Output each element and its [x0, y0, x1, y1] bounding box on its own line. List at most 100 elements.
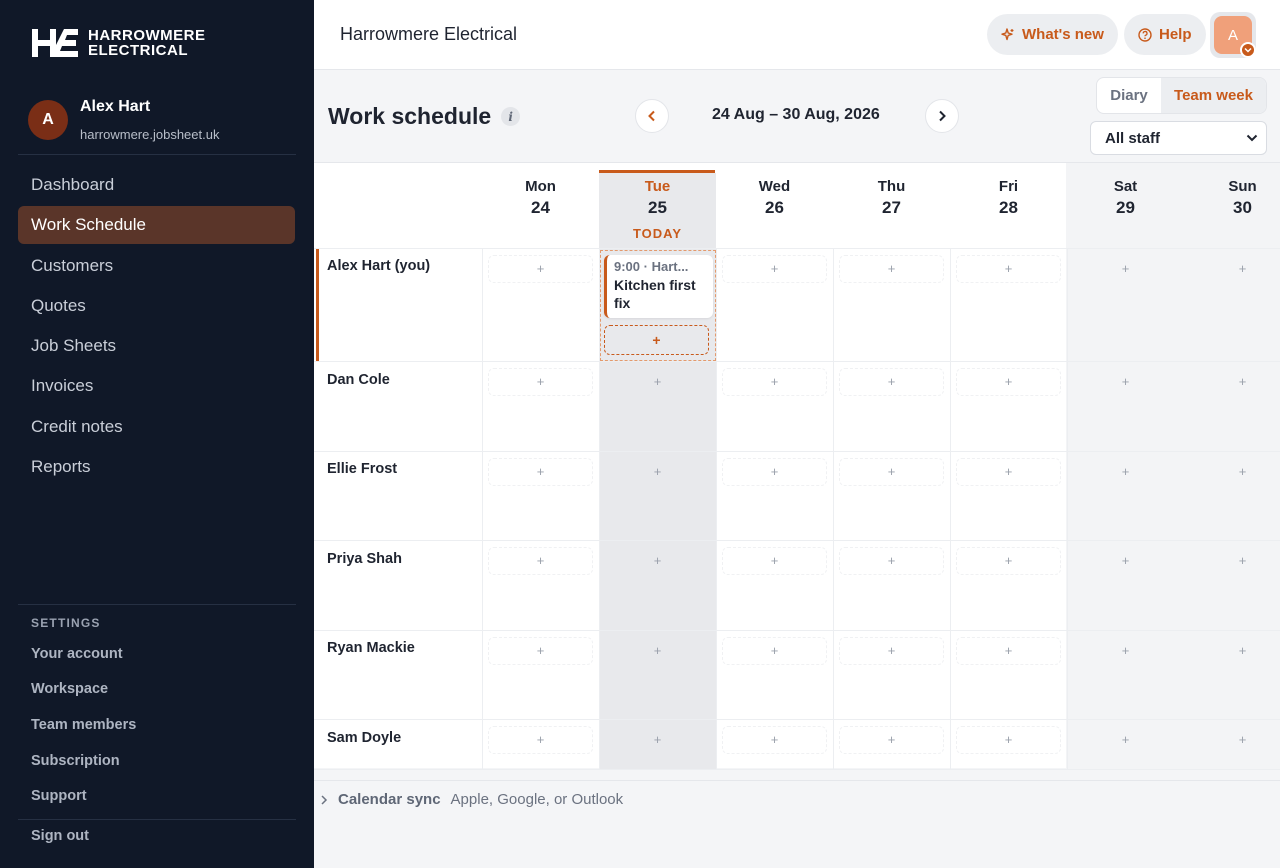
- cell-placeholder: [839, 637, 944, 665]
- cell-placeholder: [839, 726, 944, 754]
- add-cell-button[interactable]: +: [1067, 732, 1184, 747]
- row-divider: [314, 719, 1280, 720]
- cell-placeholder: [839, 547, 944, 575]
- cell-placeholder: [488, 637, 593, 665]
- row-divider: [314, 630, 1280, 631]
- info-icon[interactable]: i: [501, 107, 521, 126]
- chevron-right-icon: [939, 110, 946, 122]
- prev-week-button[interactable]: [635, 99, 669, 133]
- divider: [18, 604, 296, 605]
- job-time: 9:00 · Hart...: [614, 259, 689, 274]
- cell-placeholder: [722, 637, 827, 665]
- add-cell-button[interactable]: +: [1184, 553, 1280, 568]
- brand-logo[interactable]: HARROWMERE ELECTRICAL: [30, 27, 206, 59]
- add-cell-button[interactable]: +: [1067, 643, 1184, 658]
- user-name: Alex Hart: [80, 98, 151, 115]
- cell-placeholder: [722, 726, 827, 754]
- nav-item-job-sheets[interactable]: Job Sheets: [18, 327, 295, 365]
- add-cell-button[interactable]: +: [1067, 261, 1184, 276]
- calendar-sync-providers: Apple, Google, or Outlook: [450, 791, 624, 808]
- staff-filter-select[interactable]: All staff: [1090, 121, 1267, 155]
- add-cell-button[interactable]: +: [1184, 732, 1280, 747]
- chevron-down-icon: [1240, 42, 1256, 58]
- nav-item-credit-notes[interactable]: Credit notes: [18, 408, 295, 446]
- day-name: Sun: [1228, 178, 1257, 195]
- calendar-sync-toggle[interactable]: Calendar sync Apple, Google, or Outlook: [320, 791, 623, 808]
- sign-out-link[interactable]: Sign out: [31, 828, 89, 844]
- nav-item-invoices[interactable]: Invoices: [18, 367, 295, 405]
- cell-placeholder: [956, 637, 1061, 665]
- row-divider: [314, 248, 1280, 249]
- divider: [18, 819, 296, 820]
- staff-name-ryan-mackie: Ryan Mackie: [327, 640, 415, 656]
- add-cell-button[interactable]: +: [599, 643, 716, 658]
- add-cell-button[interactable]: +: [1067, 374, 1184, 389]
- whats-new-label: What's new: [1022, 26, 1104, 43]
- settings-subscription[interactable]: Subscription: [31, 743, 136, 779]
- cell-placeholder: [488, 255, 593, 283]
- day-name: Mon: [525, 178, 556, 195]
- cell-placeholder: [956, 547, 1061, 575]
- settings-nav: Your account Workspace Team members Subs…: [31, 636, 136, 814]
- day-date: 27: [882, 198, 901, 217]
- staff-name-sam-doyle: Sam Doyle: [327, 730, 402, 746]
- nav-item-dashboard[interactable]: Dashboard: [18, 166, 295, 204]
- help-circle-icon: [1138, 27, 1152, 42]
- nav-item-work-schedule[interactable]: Work Schedule: [18, 206, 295, 245]
- column-divider: [950, 248, 951, 769]
- day-header-sat: Sat 29: [1067, 163, 1184, 248]
- view-diary-tab[interactable]: Diary: [1097, 78, 1161, 113]
- cell-placeholder: [956, 255, 1061, 283]
- cell-placeholder: [722, 255, 827, 283]
- row-divider: [314, 540, 1280, 541]
- day-date: 25: [648, 198, 667, 217]
- add-cell-button[interactable]: +: [1067, 553, 1184, 568]
- next-week-button[interactable]: [925, 99, 959, 133]
- add-cell-button[interactable]: +: [599, 553, 716, 568]
- staff-name-priya-shah: Priya Shah: [327, 551, 402, 567]
- cell-placeholder: [722, 368, 827, 396]
- nav-item-reports[interactable]: Reports: [18, 448, 295, 486]
- date-range: 24 Aug – 30 Aug, 2026: [712, 106, 880, 123]
- day-header-wed: Wed 26: [716, 163, 833, 248]
- add-cell-button[interactable]: +: [1184, 374, 1280, 389]
- column-divider: [482, 248, 483, 769]
- nav-item-customers[interactable]: Customers: [18, 247, 295, 285]
- settings-team-members[interactable]: Team members: [31, 707, 136, 743]
- day-name: Fri: [998, 178, 1019, 195]
- app-title: Harrowmere Electrical: [340, 24, 518, 44]
- whats-new-button[interactable]: What's new: [987, 14, 1118, 55]
- cell-placeholder: [488, 726, 593, 754]
- add-cell-button[interactable]: +: [599, 374, 716, 389]
- add-cell-button[interactable]: +: [1067, 464, 1184, 479]
- staff-filter-value: All staff: [1105, 129, 1161, 147]
- footer: Calendar sync Apple, Google, or Outlook: [314, 780, 1280, 868]
- add-cell-button[interactable]: +: [599, 732, 716, 747]
- day-name: Wed: [758, 178, 791, 195]
- day-name: Tue: [644, 178, 671, 195]
- avatar: A: [28, 100, 68, 140]
- page-title: Work schedule: [328, 103, 492, 129]
- help-button[interactable]: Help: [1124, 14, 1206, 55]
- add-job-button[interactable]: +: [604, 325, 709, 355]
- user-profile[interactable]: A Alex Hart harrowmere.jobsheet.uk: [28, 98, 219, 142]
- user-domain: harrowmere.jobsheet.uk: [80, 127, 220, 142]
- add-cell-button[interactable]: +: [1184, 643, 1280, 658]
- day-header-thu: Thu 27: [833, 163, 950, 248]
- day-name: Thu: [877, 178, 906, 195]
- add-cell-button[interactable]: +: [1184, 261, 1280, 276]
- day-date: 30: [1233, 198, 1252, 217]
- nav-item-quotes[interactable]: Quotes: [18, 287, 295, 325]
- account-menu-button[interactable]: A: [1210, 12, 1256, 58]
- settings-your-account[interactable]: Your account: [31, 636, 136, 672]
- settings-heading: SETTINGS: [31, 616, 101, 630]
- settings-workspace[interactable]: Workspace: [31, 672, 136, 708]
- job-card[interactable]: 9:00 · Hart... Kitchen first fix: [604, 255, 713, 318]
- chevron-right-icon: [321, 794, 328, 805]
- add-cell-button[interactable]: +: [1184, 464, 1280, 479]
- view-toggle: Diary Team week: [1096, 77, 1267, 114]
- add-cell-button[interactable]: +: [599, 464, 716, 479]
- day-header-sun: Sun 30: [1184, 163, 1280, 248]
- settings-support[interactable]: Support: [31, 778, 136, 814]
- view-team-week-tab[interactable]: Team week: [1161, 78, 1266, 113]
